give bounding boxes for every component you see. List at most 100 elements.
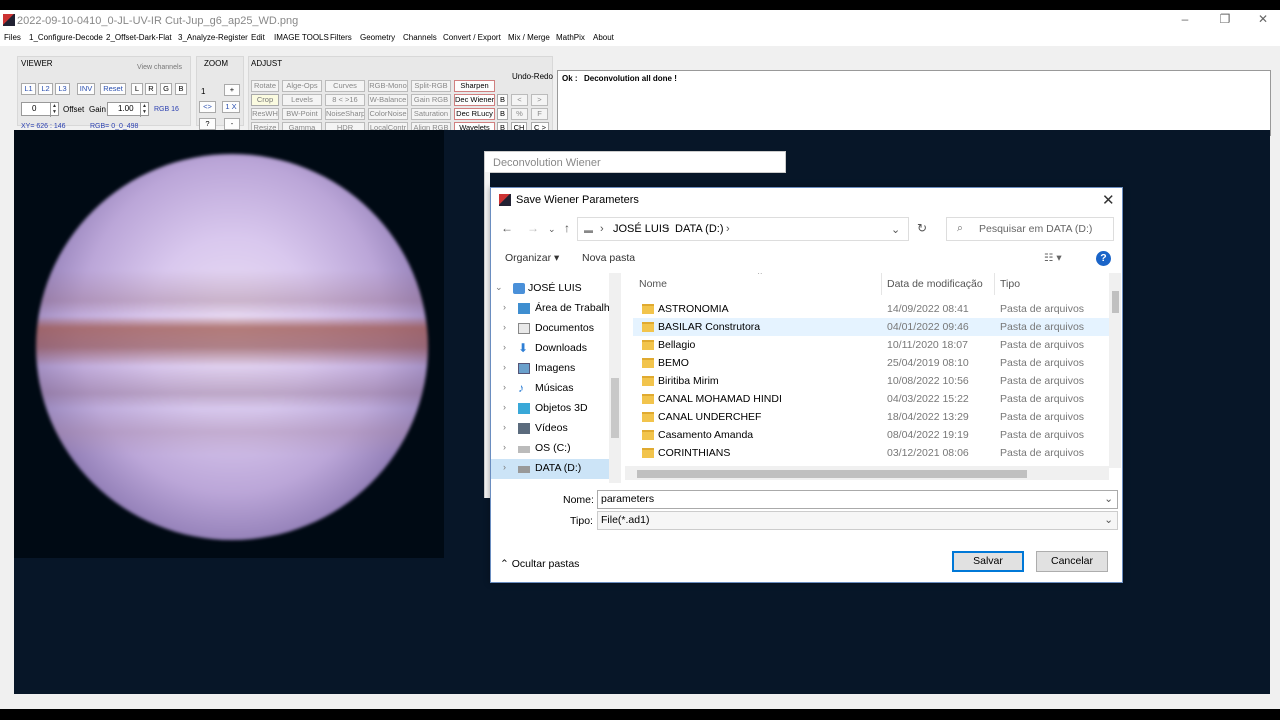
percent-button[interactable]: %: [511, 108, 528, 120]
inv-button[interactable]: INV: [77, 83, 95, 95]
menu-filters[interactable]: Filters: [330, 33, 352, 42]
column-name[interactable]: Nome: [639, 278, 667, 290]
menu-configure-decode[interactable]: 1_Configure-Decode: [29, 33, 103, 42]
l3-button[interactable]: L3: [55, 83, 70, 95]
split-rgb-button[interactable]: Split-RGB: [411, 80, 451, 92]
filename-input[interactable]: parameters ⌄: [597, 490, 1118, 509]
refresh-icon[interactable]: ↻: [917, 221, 927, 235]
menu-edit[interactable]: Edit: [251, 33, 265, 42]
address-bar[interactable]: ▬ › JOSÉ LUIS › DATA (D:) › ⌄: [577, 217, 909, 241]
tree-scrollbar[interactable]: [609, 273, 621, 483]
list-vertical-thumb[interactable]: [1112, 291, 1119, 313]
filename-dropdown-icon[interactable]: ⌄: [1104, 491, 1113, 508]
bw-point-button[interactable]: BW-Point: [282, 108, 322, 120]
sharpen-button[interactable]: Sharpen: [454, 80, 495, 92]
list-item[interactable]: Biritiba Mirim 10/08/2022 10:56 Pasta de a…: [633, 372, 1109, 390]
tree-item-3d-objects[interactable]: › Objetos 3D: [491, 399, 621, 419]
wiener-batch-button[interactable]: B: [497, 94, 508, 106]
gain-input[interactable]: 1.00 ▲ ▼: [107, 102, 149, 117]
list-horizontal-thumb[interactable]: [637, 470, 1027, 478]
zoom-help-button[interactable]: ?: [199, 118, 216, 130]
address-dropdown-icon[interactable]: ⌄: [891, 223, 900, 236]
redo-button[interactable]: >: [531, 94, 548, 106]
menu-offset-dark-flat[interactable]: 2_Offset-Dark-Flat: [106, 33, 172, 42]
alge-ops-button[interactable]: Alge-Ops: [282, 80, 322, 92]
hide-folders-toggle[interactable]: ⌃ Ocultar pastas: [500, 558, 579, 570]
l2-button[interactable]: L2: [38, 83, 53, 95]
back-arrow-icon[interactable]: ←: [501, 221, 513, 235]
filetype-dropdown-icon[interactable]: ⌄: [1104, 512, 1113, 529]
search-input[interactable]: ⌕ Pesquisar em DATA (D:): [946, 217, 1114, 241]
breadcrumb-drive[interactable]: DATA (D:): [675, 223, 723, 235]
tree-item-documents[interactable]: › Documentos: [491, 319, 621, 339]
breadcrumb-user[interactable]: JOSÉ LUIS: [613, 223, 669, 235]
menu-mix-merge[interactable]: Mix / Merge: [508, 33, 550, 42]
minimize-button[interactable]: –: [1175, 12, 1195, 26]
bit-depth-button[interactable]: 8 < >16: [325, 94, 365, 106]
reswh-button[interactable]: ResWH: [251, 108, 279, 120]
offset-spinner[interactable]: ▲ ▼: [50, 103, 58, 117]
gain-rgb-button[interactable]: Gain RGB: [411, 94, 451, 106]
undo-button[interactable]: <: [511, 94, 528, 106]
noisesharp-button[interactable]: NoiseSharp: [325, 108, 365, 120]
save-button[interactable]: Salvar: [952, 551, 1024, 572]
new-folder-button[interactable]: Nova pasta: [582, 252, 635, 264]
maximize-button[interactable]: ❐: [1215, 12, 1235, 26]
l1-button[interactable]: L1: [21, 83, 36, 95]
tree-item-music[interactable]: › ♪ Músicas: [491, 379, 621, 399]
filetype-select[interactable]: File(*.ad1) ⌄: [597, 511, 1118, 530]
list-item[interactable]: ASTRONOMIA 14/09/2022 08:41 Pasta de arqui…: [633, 300, 1109, 318]
menu-geometry[interactable]: Geometry: [360, 33, 395, 42]
help-icon[interactable]: ?: [1096, 251, 1111, 266]
column-date[interactable]: Data de modificação: [887, 278, 983, 290]
close-button[interactable]: ✕: [1253, 12, 1273, 26]
list-item[interactable]: BEMO 25/04/2019 08:10 Pasta de arquivos: [633, 354, 1109, 372]
channel-b-button[interactable]: B: [175, 83, 187, 95]
curves-button[interactable]: Curves: [325, 80, 365, 92]
wiener-window-titlebar[interactable]: Deconvolution Wiener: [484, 151, 786, 173]
list-item[interactable]: BASILAR Construtora 04/01/2022 09:46 Pasta…: [633, 318, 1109, 336]
crop-button[interactable]: Crop: [251, 94, 279, 106]
menu-about[interactable]: About: [593, 33, 614, 42]
f-button[interactable]: F: [531, 108, 548, 120]
list-item[interactable]: Bellagio 10/11/2020 18:07 Pasta de arquivo…: [633, 336, 1109, 354]
list-vertical-scrollbar[interactable]: [1109, 273, 1121, 468]
tree-item-downloads[interactable]: › ⬇ Downloads: [491, 339, 621, 359]
recent-chevron-icon[interactable]: ⌄: [548, 224, 556, 235]
menu-files[interactable]: Files: [4, 33, 21, 42]
list-item[interactable]: CANAL MOHAMAD HINDI 04/03/2022 15:22 Pasta…: [633, 390, 1109, 408]
tree-item-videos[interactable]: › Vídeos: [491, 419, 621, 439]
rlucy-batch-button[interactable]: B: [497, 108, 508, 120]
up-arrow-icon[interactable]: ↑: [564, 221, 570, 235]
offset-input[interactable]: 0 ▲ ▼: [21, 102, 59, 117]
menu-channels[interactable]: Channels: [403, 33, 437, 42]
list-item[interactable]: CANAL UNDERCHEF 18/04/2022 13:29 Pasta de …: [633, 408, 1109, 426]
dec-wiener-button[interactable]: Dec Wiener: [454, 94, 495, 106]
list-horizontal-scrollbar[interactable]: [625, 466, 1109, 480]
list-item[interactable]: CORINTHIANS 03/12/2021 08:06 Pasta de arqu…: [633, 444, 1109, 462]
tree-item-drive-c[interactable]: › OS (C:): [491, 439, 621, 459]
dec-rlucy-button[interactable]: Dec RLucy: [454, 108, 495, 120]
zoom-in-button[interactable]: +: [224, 84, 240, 96]
rotate-button[interactable]: Rotate: [251, 80, 279, 92]
saturation-button[interactable]: Saturation: [411, 108, 451, 120]
tree-item-desktop[interactable]: › Área de Trabalho: [491, 299, 621, 319]
tree-item-drive-d[interactable]: › DATA (D:): [491, 459, 621, 479]
channel-g-button[interactable]: G: [160, 83, 172, 95]
levels-button[interactable]: Levels: [282, 94, 322, 106]
organize-button[interactable]: Organizar ▾: [505, 252, 559, 264]
colornoise-button[interactable]: ColorNoise: [368, 108, 408, 120]
zoom-out-button[interactable]: -: [224, 118, 240, 130]
list-item[interactable]: Casamento Amanda 08/04/2022 19:19 Pasta de…: [633, 426, 1109, 444]
rgb-mono-button[interactable]: RGB-Mono: [368, 80, 408, 92]
view-options-icon[interactable]: ☷ ▾: [1044, 252, 1062, 264]
menu-analyze-register[interactable]: 3_Analyze-Register: [178, 33, 248, 42]
cancel-button[interactable]: Cancelar: [1036, 551, 1108, 572]
dialog-close-icon[interactable]: ✕: [1102, 191, 1115, 209]
channel-r-button[interactable]: R: [145, 83, 157, 95]
forward-arrow-icon[interactable]: →: [527, 221, 539, 235]
channel-l-button[interactable]: L: [131, 83, 143, 95]
gain-spinner[interactable]: ▲ ▼: [140, 103, 148, 117]
menu-mathpix[interactable]: MathPix: [556, 33, 585, 42]
zoom-1x-button[interactable]: 1 X: [222, 101, 240, 113]
